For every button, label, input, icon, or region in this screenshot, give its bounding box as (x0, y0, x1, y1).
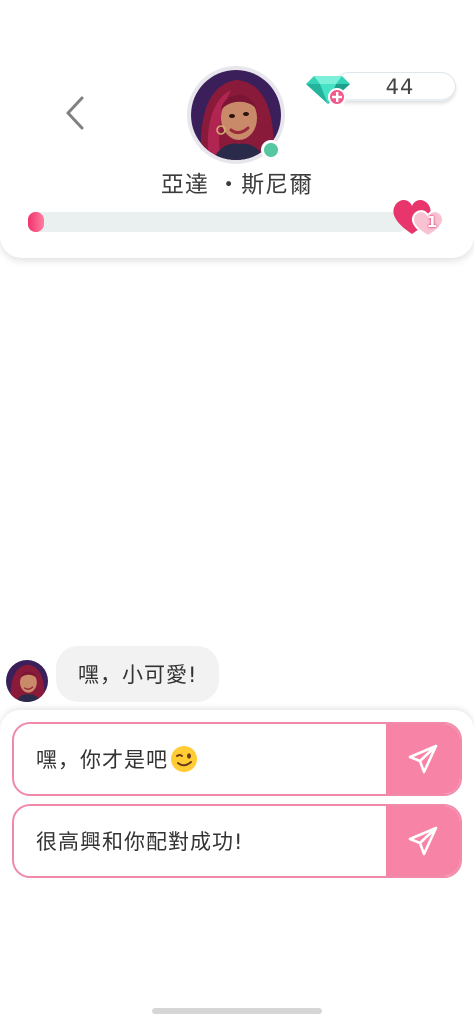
send-icon (408, 744, 438, 774)
reply-option-text: 很高興和你配對成功! (36, 806, 243, 876)
profile-header: 44 亞達 ・斯尼爾 1 (0, 0, 474, 258)
home-indicator[interactable] (152, 1008, 322, 1014)
character-avatar[interactable] (187, 66, 285, 164)
reply-option-1[interactable]: 嘿，你才是吧 (12, 722, 462, 796)
gem-count: 44 (334, 72, 456, 102)
send-button[interactable] (386, 806, 460, 876)
affection-progress-bar (28, 212, 408, 232)
chevron-left-icon (66, 96, 84, 130)
reply-option-label: 嘿，你才是吧 (36, 748, 168, 772)
reply-options-panel: 嘿，你才是吧 很高興和你配對成功! (0, 710, 474, 1024)
reply-option-text: 嘿，你才是吧 (36, 724, 198, 794)
send-icon (408, 826, 438, 856)
reply-option-2[interactable]: 很高興和你配對成功! (12, 804, 462, 878)
portrait-image (6, 660, 48, 702)
online-status-dot (261, 140, 281, 160)
message-avatar[interactable] (6, 660, 48, 702)
gem-plus-icon[interactable] (306, 68, 350, 108)
back-button[interactable] (58, 92, 92, 134)
message-text: 嘿，小可愛! (78, 663, 198, 687)
incoming-message-bubble: 嘿，小可愛! (56, 646, 220, 702)
affection-progress-cap (28, 212, 44, 232)
send-button[interactable] (386, 724, 460, 794)
gem-counter[interactable]: 44 (306, 70, 456, 106)
reply-option-label: 很高興和你配對成功! (36, 830, 244, 854)
affection-level: 1 (426, 213, 438, 231)
winking-face-icon (171, 746, 197, 772)
